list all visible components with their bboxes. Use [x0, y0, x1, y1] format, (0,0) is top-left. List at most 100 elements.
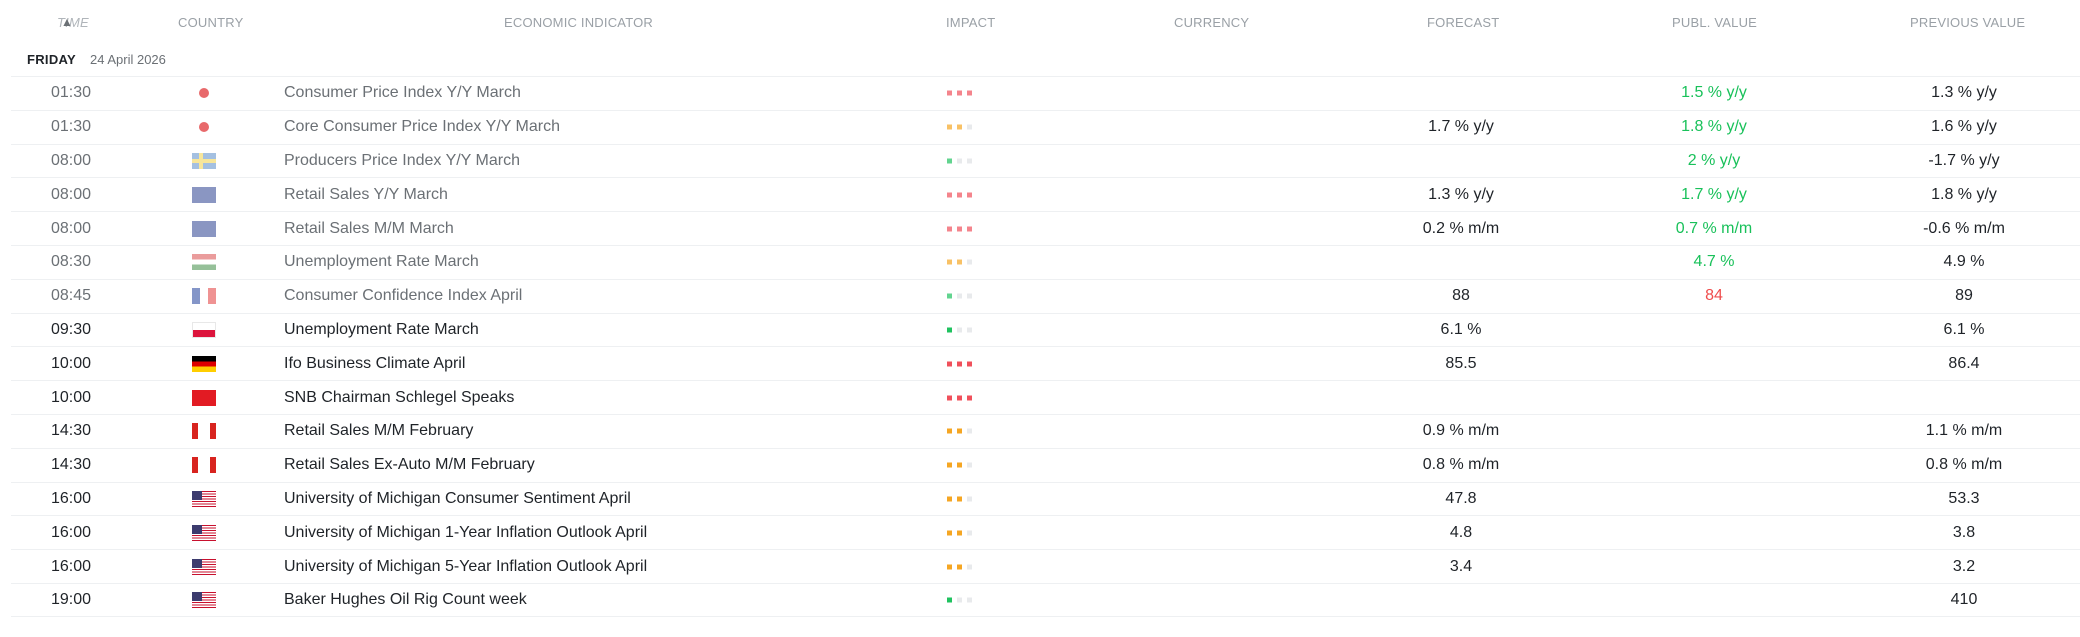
forecast-value: 6.1 %: [1440, 320, 1482, 338]
event-time: 08:00: [51, 151, 92, 169]
country-cell: [192, 152, 216, 169]
indicator-link[interactable]: University of Michigan 5-Year Inflation …: [284, 558, 647, 576]
indicator-link[interactable]: Baker Hughes Oil Rig Count week: [284, 591, 527, 609]
impact-dot: [967, 158, 972, 164]
date-label: 24 April 2026: [90, 52, 166, 67]
hungary-flag-icon: [192, 254, 216, 271]
impact-indicator: [947, 597, 972, 603]
table-row[interactable]: 08:00 Producers Price Index Y/Y March 2 % …: [11, 143, 2080, 178]
previous-value: 1.1 % m/m: [1925, 422, 2003, 440]
table-row[interactable]: 08:00 Retail Sales M/M March 0.2 % m/m 0.7 …: [11, 211, 2080, 245]
impact-dot: [957, 226, 962, 232]
impact-dot: [947, 158, 952, 164]
impact-dot: [947, 361, 952, 367]
table-row[interactable]: 09:30 Unemployment Rate March 6.1 % 6.1 %: [11, 312, 2080, 347]
event-time: 10:00: [51, 354, 92, 372]
previous-value: 6.1 %: [1943, 320, 1985, 338]
table-row[interactable]: 08:00 Retail Sales Y/Y March 1.3 % y/y 1.7 …: [11, 177, 2080, 211]
previous-value: 3.2: [1952, 557, 1976, 575]
forecast-value: 0.2 % m/m: [1422, 219, 1500, 237]
table-header: TIME ▲ COUNTRY ECONOMIC INDICATOR IMPACT …: [0, 15, 2080, 35]
table-row[interactable]: 14:30 Retail Sales Ex-Auto M/M February 0.…: [11, 447, 2080, 482]
table-row[interactable]: 19:00 Baker Hughes Oil Rig Count week 410: [11, 582, 2080, 617]
country-cell: [192, 321, 216, 338]
country-cell: [192, 85, 216, 101]
impact-indicator: [947, 327, 972, 333]
impact-dot: [957, 327, 962, 333]
impact-dot: [967, 428, 972, 434]
indicator-link[interactable]: SNB Chairman Schlegel Speaks: [284, 389, 514, 407]
event-time: 08:00: [51, 219, 92, 237]
usa-flag-icon: [192, 591, 216, 608]
indicator-link[interactable]: Ifo Business Climate April: [284, 355, 465, 373]
event-time: 16:00: [51, 523, 92, 541]
impact-dot: [967, 530, 972, 536]
indicator-link[interactable]: Unemployment Rate March: [284, 321, 479, 339]
table-row[interactable]: 01:30 Consumer Price Index Y/Y March 1.5 %…: [11, 76, 2080, 110]
impact-dot: [947, 395, 952, 401]
country-column-header[interactable]: COUNTRY: [178, 15, 243, 30]
indicator-link[interactable]: University of Michigan Consumer Sentimen…: [284, 490, 631, 508]
sort-ascending-icon[interactable]: ▲: [61, 15, 73, 29]
currency-column-header[interactable]: CURRENCY: [1174, 15, 1249, 30]
event-time: 16:00: [51, 557, 92, 575]
indicator-link[interactable]: Core Consumer Price Index Y/Y March: [284, 118, 560, 136]
table-row[interactable]: 01:30 Core Consumer Price Index Y/Y March…: [11, 109, 2080, 144]
indicator-link[interactable]: Retail Sales Y/Y March: [284, 186, 448, 204]
country-cell: [192, 186, 216, 203]
country-cell: [192, 423, 216, 440]
impact-dot: [967, 124, 972, 130]
impact-dot: [947, 327, 952, 333]
country-cell: [192, 591, 216, 608]
table-row[interactable]: 10:00 Ifo Business Climate April 85.5 86.4: [11, 346, 2080, 380]
impact-dot: [967, 361, 972, 367]
indicator-link[interactable]: Producers Price Index Y/Y March: [284, 152, 520, 170]
impact-dot: [957, 361, 962, 367]
impact-indicator: [947, 293, 972, 299]
previous-value: 86.4: [1948, 354, 1980, 372]
table-row[interactable]: 14:30 Retail Sales M/M February 0.9 % m/m 1…: [11, 413, 2080, 448]
event-time: 08:00: [51, 185, 92, 203]
indicator-link[interactable]: Retail Sales M/M February: [284, 422, 473, 440]
indicator-link[interactable]: Retail Sales M/M March: [284, 220, 454, 238]
impact-dot: [957, 90, 962, 96]
table-row[interactable]: 16:00 University of Michigan Consumer Sen…: [11, 481, 2080, 516]
impact-dot: [957, 293, 962, 299]
published-column-header[interactable]: PUBL. VALUE: [1672, 15, 1757, 30]
impact-indicator: [947, 226, 972, 232]
event-time: 08:45: [51, 287, 92, 305]
table-row[interactable]: 16:00 University of Michigan 1-Year Infla…: [11, 515, 2080, 549]
forecast-value: 0.9 % m/m: [1422, 422, 1500, 440]
indicator-link[interactable]: Consumer Confidence Index April: [284, 287, 522, 305]
published-value: 1.5 % y/y: [1681, 84, 1747, 102]
indicator-link[interactable]: Unemployment Rate March: [284, 253, 479, 271]
event-list: 01:30 Consumer Price Index Y/Y March 1.5 %…: [11, 76, 2080, 617]
impact-indicator: [947, 124, 972, 130]
impact-dot: [967, 496, 972, 502]
red-dot-icon: [199, 122, 209, 133]
forecast-column-header[interactable]: FORECAST: [1427, 15, 1499, 30]
published-value: 2 % y/y: [1687, 151, 1741, 169]
impact-dot: [957, 124, 962, 130]
country-cell: [192, 457, 216, 474]
indicator-link[interactable]: University of Michigan 1-Year Inflation …: [284, 524, 647, 542]
impact-indicator: [947, 496, 972, 502]
table-row[interactable]: 08:45 Consumer Confidence Index April 88 84…: [11, 278, 2080, 313]
event-time: 10:00: [51, 388, 92, 406]
impact-dot: [967, 597, 972, 603]
indicator-column-header[interactable]: ECONOMIC INDICATOR: [504, 15, 653, 30]
table-row[interactable]: 10:00 SNB Chairman Schlegel Speaks: [11, 380, 2080, 414]
country-cell: [192, 524, 216, 541]
published-value: 0.7 % m/m: [1675, 219, 1753, 237]
impact-column-header[interactable]: IMPACT: [946, 15, 995, 30]
country-cell: [192, 220, 216, 237]
previous-column-header[interactable]: PREVIOUS VALUE: [1910, 15, 2025, 30]
date-group-header: FRIDAY 24 April 2026: [27, 52, 166, 67]
table-row[interactable]: 16:00 University of Michigan 5-Year Infla…: [11, 549, 2080, 583]
indicator-link[interactable]: Retail Sales Ex-Auto M/M February: [284, 456, 535, 474]
usa-flag-icon: [192, 524, 216, 541]
impact-dot: [967, 192, 972, 198]
country-cell: [192, 490, 216, 507]
indicator-link[interactable]: Consumer Price Index Y/Y March: [284, 84, 521, 102]
table-row[interactable]: 08:30 Unemployment Rate March 4.7 % 4.9 %: [11, 244, 2080, 279]
